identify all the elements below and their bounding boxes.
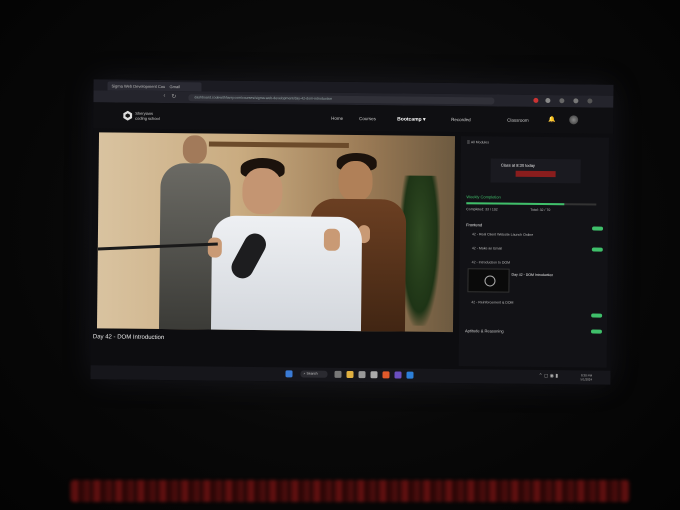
nav-bootcamp[interactable]: Bootcamp ▾ [397,116,425,122]
head [338,160,373,202]
nav-home[interactable]: Home [331,116,343,121]
menu-icon[interactable] [587,98,593,104]
file-explorer-icon[interactable] [346,370,354,379]
list-item[interactable]: 42 - Make an Email [461,136,609,250]
list-item[interactable]: 42 - Reinforcement & DOM [461,136,609,304]
extension-icon[interactable] [559,98,565,104]
video-title: Day 42 - DOM Introduction [92,334,165,342]
list-item-label: Aptitude & Reasoning [464,328,504,334]
brand-tagline: coding school [135,115,160,121]
screen: Sigma Web Development Course Gmail ‹ ↻ d… [90,79,614,385]
app-icon[interactable] [370,371,378,379]
status-badge [592,226,604,231]
tab-label: Sigma Web Development Course [111,83,171,90]
head [242,167,283,215]
app-icon[interactable] [394,371,402,379]
video-thumbnail[interactable] [467,268,510,293]
status-badge [591,247,603,252]
brave-browser-icon[interactable] [382,371,390,379]
nav-recorded[interactable]: Recorded [451,117,471,122]
refresh-icon[interactable]: ↻ [171,93,176,100]
progress-right: Total: 32 / 70 [530,207,551,213]
course-sidebar: ☰ All Modules Class at 8:30 today Weekly… [458,136,610,368]
search-label: Search [306,371,318,376]
chevron-down-icon: ▾ [422,116,426,123]
head [182,135,208,164]
clock[interactable]: 8:30 PM 5/1/2024 [580,373,592,381]
video-player[interactable] [96,132,456,333]
profile-icon[interactable] [573,98,579,104]
progress-bar [466,202,597,206]
class-time: Class at 8:30 today [500,162,535,168]
extension-icon[interactable] [545,98,551,104]
thumbs-up [207,237,222,258]
back-icon[interactable]: ‹ [163,93,165,99]
bell-icon[interactable]: 🔔 [548,116,556,123]
section-title: Weekly Completion [466,194,501,200]
shelf [208,141,349,148]
vscode-icon[interactable] [406,371,414,379]
nav-classroom[interactable]: Classroom [507,118,529,123]
current-lesson: Day 42 - DOM Introduction [511,272,554,278]
windows-start-icon[interactable] [285,370,293,378]
section-header: Frontend [466,222,483,228]
list-item[interactable]: 42 - Introduction to DOM [461,136,609,264]
site-header: Sheryians coding school Home Courses Boo… [93,102,614,134]
all-modules-link[interactable]: ☰ All Modules [467,140,489,144]
task-view-icon[interactable] [334,370,342,378]
keyboard-backlight [70,480,630,502]
avatar[interactable] [569,115,579,125]
nav-courses[interactable]: Courses [359,116,376,121]
tab-label: Gmail [169,84,180,90]
list-item[interactable]: Aptitude & Reasoning [461,136,609,333]
brand: Sheryians coding school [135,111,160,121]
progress-fill [466,202,564,206]
taskbar-search[interactable]: ⌕ Search [300,370,328,378]
play-icon [484,275,496,287]
search-icon: ⌕ [303,371,306,376]
thumbs-up [323,228,341,251]
status-badge [591,313,603,318]
list-item-label: 42 - Introduction to DOM [471,260,511,265]
countdown-badge [515,170,556,178]
clock-date: 5/1/2024 [580,377,593,382]
extension-icon[interactable] [533,97,539,103]
browser-tab[interactable]: Gmail [165,82,202,92]
list-item-label: 42 - Make an Email [471,246,503,251]
list-item[interactable]: 42 - Real Client Website Launch Online [461,136,609,237]
logo-icon[interactable] [123,110,133,121]
tray-icons[interactable]: ⌃ ◻ ◉ ▮ [538,373,558,379]
list-item-label: 42 - Real Client Website Launch Online [471,232,534,237]
progress-left: Completed: 33 / 102 [466,207,498,212]
status-badge [590,329,602,334]
app-icon[interactable] [358,371,366,379]
all-modules-label: All Modules [470,140,489,145]
nav-bootcamp-label: Bootcamp [397,116,422,123]
list-item-label: 42 - Reinforcement & DOM [471,300,514,305]
